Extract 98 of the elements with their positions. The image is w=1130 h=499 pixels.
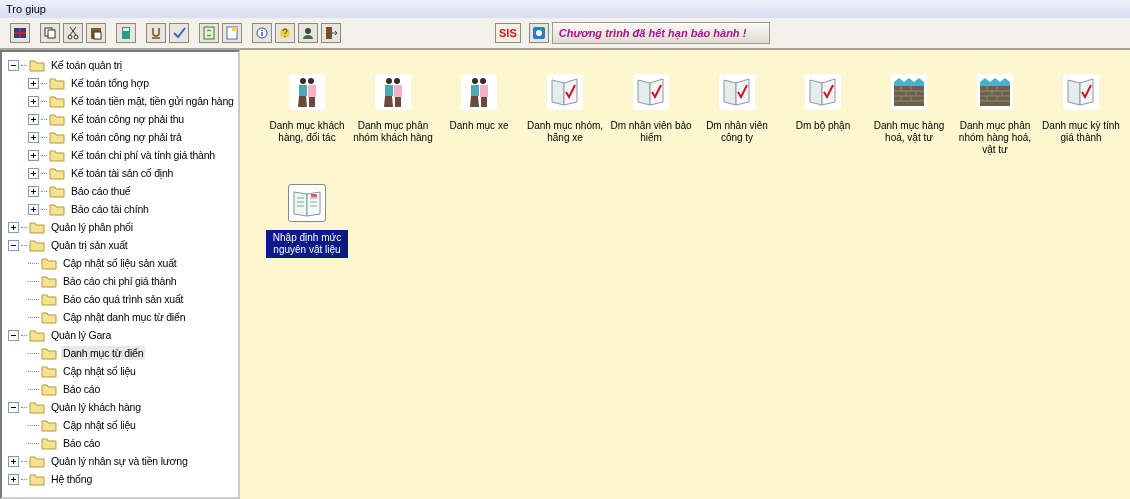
tree-item[interactable]: Cập nhật số liệu xyxy=(61,364,138,378)
sheet-icon xyxy=(292,188,322,218)
spellcheck-icon[interactable] xyxy=(169,23,189,43)
folder-icon xyxy=(41,292,57,306)
copy-icon[interactable] xyxy=(40,23,60,43)
expand-icon[interactable] xyxy=(28,95,39,107)
folder-icon xyxy=(29,328,45,342)
calculator-icon[interactable] xyxy=(116,23,136,43)
note-icon[interactable] xyxy=(222,23,242,43)
folder-icon xyxy=(41,274,57,288)
tree-item[interactable]: Quản lý nhân sự và tiền lương xyxy=(49,454,190,468)
folder-icon xyxy=(49,112,65,126)
collapse-icon[interactable] xyxy=(8,239,19,251)
shortcut-label[interactable]: Danh mục phân nhóm khách hàng xyxy=(352,118,434,146)
shortcut-label[interactable]: Danh mục khách hàng, đối tác xyxy=(266,118,348,146)
folder-icon xyxy=(41,346,57,360)
paste-icon[interactable] xyxy=(86,23,106,43)
folder-icon xyxy=(41,418,57,432)
folder-icon xyxy=(49,166,65,180)
expand-icon[interactable] xyxy=(28,131,39,143)
expand-icon[interactable] xyxy=(28,113,39,125)
folder-icon xyxy=(49,184,65,198)
tree-item[interactable]: Báo cáo xyxy=(61,382,103,396)
bricks-icon xyxy=(979,77,1011,107)
underline-icon[interactable] xyxy=(146,23,166,43)
tree-item[interactable]: Kế toán tài sản cố định xyxy=(69,166,176,180)
folder-icon xyxy=(49,148,65,162)
shortcut-label[interactable]: Dm nhân viên công ty xyxy=(696,118,778,146)
folder-icon xyxy=(41,364,57,378)
folder-icon xyxy=(29,400,45,414)
expand-icon[interactable] xyxy=(28,77,39,89)
folder-icon xyxy=(29,238,45,252)
folder-icon xyxy=(41,436,57,450)
book-icon xyxy=(549,76,581,108)
person-icon[interactable] xyxy=(298,23,318,43)
expand-icon[interactable] xyxy=(8,455,19,467)
expand-icon[interactable] xyxy=(28,185,39,197)
tree-item[interactable]: Kế toán quản trị xyxy=(49,58,124,72)
expand-icon[interactable] xyxy=(28,167,39,179)
tree-item[interactable]: Báo cáo thuế xyxy=(69,184,133,198)
folder-icon xyxy=(29,220,45,234)
shortcut-label[interactable]: Dm bộ phận xyxy=(782,118,864,134)
tree-item[interactable]: Kế toán công nợ phải trả xyxy=(69,130,184,144)
book-icon xyxy=(1065,76,1097,108)
refresh-icon[interactable] xyxy=(199,23,219,43)
info-icon[interactable] xyxy=(252,23,272,43)
folder-icon xyxy=(29,472,45,486)
folder-icon xyxy=(49,76,65,90)
menu-item[interactable]: Tro giup xyxy=(6,3,46,15)
collapse-icon[interactable] xyxy=(8,59,19,71)
tree-item[interactable]: Quản lý Gara xyxy=(49,328,114,342)
tree-item[interactable]: Báo cáo tài chính xyxy=(69,202,151,216)
tree-item[interactable]: Quản trị sản xuất xyxy=(49,238,130,252)
tree-item[interactable]: Kế toán tổng hợp xyxy=(69,76,151,90)
globe-icon[interactable] xyxy=(528,23,549,43)
shortcut-label[interactable]: Danh mục nhóm, hãng xe xyxy=(524,118,606,146)
tree-item[interactable]: Cập nhật số liệu xyxy=(61,418,138,432)
shortcut-label[interactable]: Dm nhân viên bảo hiểm xyxy=(610,118,692,146)
sis-button[interactable]: SIS xyxy=(495,23,521,43)
folder-icon xyxy=(49,94,65,108)
expand-icon[interactable] xyxy=(28,203,39,215)
shortcut-label[interactable]: Danh mục hàng hoá, vật tư xyxy=(868,118,950,146)
tree-item[interactable]: Kế toán công nợ phải thu xyxy=(69,112,186,126)
collapse-icon[interactable] xyxy=(8,329,19,341)
tree-item[interactable]: Kế toán chi phí và tính giá thành xyxy=(69,148,217,162)
shortcut-label[interactable]: Danh mục phân nhóm hàng hoá, vật tư xyxy=(954,118,1036,158)
folder-icon xyxy=(41,382,57,396)
tree-item[interactable]: Kế toán tiền mặt, tiền gửi ngân hàng xyxy=(69,94,236,108)
status-notice: Chương trình đã hết hạn bảo hành ! xyxy=(551,22,770,44)
folder-icon xyxy=(29,454,45,468)
bricks-icon xyxy=(893,77,925,107)
shortcut-label[interactable]: Danh mục kỳ tính giá thành xyxy=(1040,118,1122,146)
shortcut-label[interactable]: Danh mục xe xyxy=(438,118,520,134)
book-icon xyxy=(721,76,753,108)
tree-item[interactable]: Báo cáo quá trình sản xuất xyxy=(61,292,186,306)
book-icon xyxy=(807,76,839,108)
shortcut-label[interactable]: Nhập định mức nguyên vật liệu xyxy=(266,230,348,258)
book-icon xyxy=(635,76,667,108)
cut-icon[interactable] xyxy=(63,23,83,43)
tree-item[interactable]: Quản lý khách hàng xyxy=(49,400,143,414)
expand-icon[interactable] xyxy=(8,473,19,485)
folder-icon xyxy=(29,58,45,72)
folder-icon xyxy=(41,310,57,324)
tree-item[interactable]: Báo cáo chi phí giá thành xyxy=(61,274,179,288)
folder-icon xyxy=(49,202,65,216)
exit-icon[interactable] xyxy=(321,23,341,43)
tree-item[interactable]: Quản lý phân phối xyxy=(49,220,135,234)
collapse-icon[interactable] xyxy=(8,401,19,413)
expand-icon[interactable] xyxy=(8,221,19,233)
tree-item[interactable]: Danh mục từ điển xyxy=(61,346,146,360)
folder-icon xyxy=(41,256,57,270)
tree-item[interactable]: Cập nhật danh mục từ điển xyxy=(61,310,188,324)
flag-icon[interactable] xyxy=(10,23,30,43)
tree-item[interactable]: Cập nhật số liệu sản xuất xyxy=(61,256,179,270)
tree-item[interactable]: Hệ thống xyxy=(49,472,94,486)
expand-icon[interactable] xyxy=(28,149,39,161)
tree-item[interactable]: Báo cáo xyxy=(61,436,103,450)
folder-icon xyxy=(49,130,65,144)
